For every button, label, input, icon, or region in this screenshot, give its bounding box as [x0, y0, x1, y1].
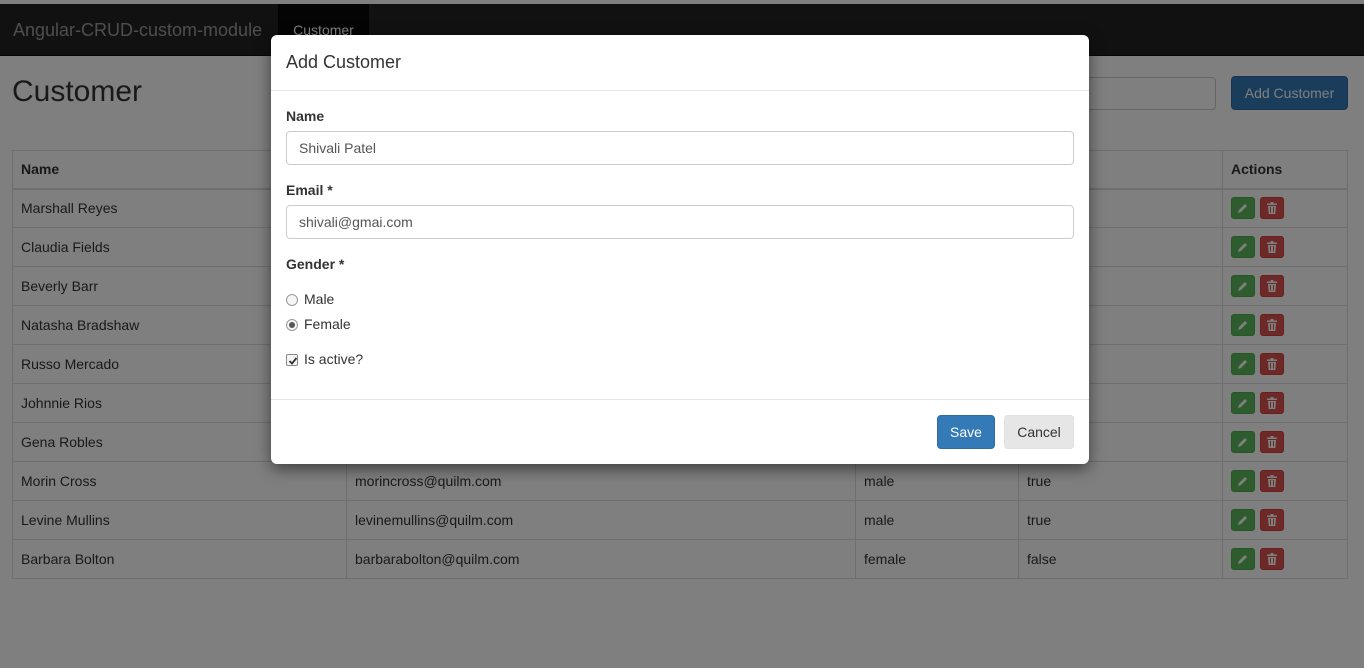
- is-active-option[interactable]: Is active?: [286, 351, 363, 367]
- email-field[interactable]: shivali@gmai.com: [286, 205, 1074, 239]
- cancel-button[interactable]: Cancel: [1004, 415, 1074, 449]
- modal-title: Add Customer: [286, 52, 402, 72]
- modal-body: Name Shivali Patel Email * shivali@gmai.…: [271, 91, 1089, 399]
- is-active-checkbox[interactable]: [286, 354, 298, 367]
- gender-option-female[interactable]: Female: [286, 316, 351, 332]
- email-label: Email *: [286, 182, 333, 198]
- female-label: Female: [304, 316, 351, 332]
- name-label: Name: [286, 108, 325, 124]
- checkmark-icon: [288, 357, 298, 366]
- female-radio[interactable]: [286, 319, 298, 332]
- name-field[interactable]: Shivali Patel: [286, 131, 1074, 165]
- gender-option-male[interactable]: Male: [286, 291, 334, 307]
- save-button[interactable]: Save: [937, 415, 995, 449]
- modal-footer: Save Cancel: [271, 399, 1089, 464]
- male-label: Male: [304, 291, 335, 307]
- modal-header: Add Customer: [271, 35, 1089, 91]
- add-customer-modal: Add Customer Name Shivali Patel Email * …: [271, 35, 1089, 464]
- is-active-label: Is active?: [304, 351, 364, 367]
- gender-label: Gender *: [286, 256, 345, 272]
- male-radio[interactable]: [286, 294, 298, 307]
